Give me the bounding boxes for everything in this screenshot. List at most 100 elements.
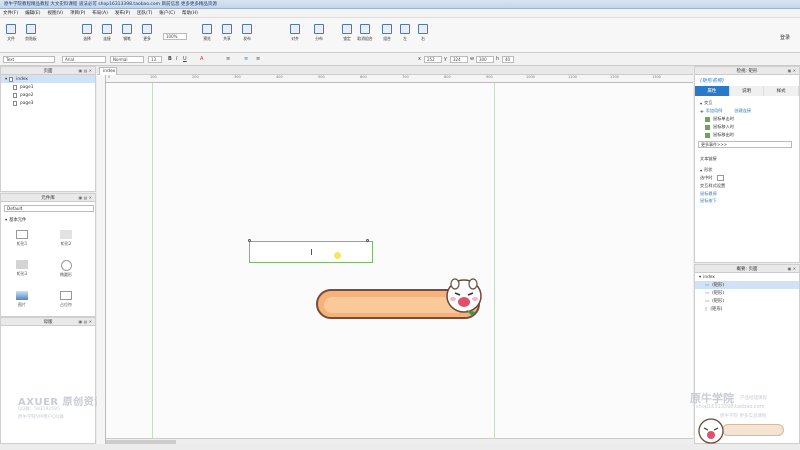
interactions-section[interactable]: ▾ 交互 (695, 99, 799, 107)
panel-actions-icon[interactable]: ▣ ▤ ✕ (79, 195, 92, 200)
outline-item[interactable]: ▯ (矩形) (695, 305, 799, 313)
event-icon (705, 124, 710, 130)
menu-file[interactable]: 文件(F) (3, 10, 18, 16)
login-link[interactable]: 登录 (780, 34, 790, 41)
left-button[interactable]: 左 (396, 24, 414, 48)
event-item[interactable]: 鼠标单击时 (695, 115, 799, 123)
menu-view[interactable]: 视图(V) (47, 10, 63, 16)
ruler-tick: 200 (192, 75, 199, 79)
horizontal-scrollbar[interactable] (106, 438, 693, 444)
width-field[interactable]: 300 (476, 56, 494, 63)
page-tree-item[interactable]: page2 (1, 91, 95, 99)
select-button[interactable]: 选择 (78, 24, 96, 48)
lock-button[interactable]: 锁定 (338, 24, 356, 48)
collapse-icon[interactable]: ▾ (5, 218, 7, 223)
align-left-icon[interactable]: ≡ (226, 56, 230, 62)
event-item[interactable]: 鼠标移入时 (695, 123, 799, 131)
font-size-select[interactable]: 13 (148, 56, 162, 63)
collapse-icon[interactable]: ▾ (5, 77, 7, 82)
outline-item[interactable]: ▭ (矩形) (695, 281, 799, 289)
widget-placeholder[interactable]: 占位符 (51, 291, 81, 308)
y-field[interactable]: 324 (450, 56, 468, 63)
design-canvas[interactable] (106, 83, 693, 438)
window-title: 原牛学院教程精品教程 大文史料课程 道法必可 shop16313398.taob… (4, 2, 217, 7)
menu-account[interactable]: 账户(C) (159, 10, 175, 16)
widget-image[interactable]: 图片 (7, 291, 37, 308)
share-button[interactable]: 共享 (218, 24, 236, 48)
outline-item[interactable]: ▭ (矩形) (695, 289, 799, 297)
menu-layout[interactable]: 布局(A) (92, 10, 108, 16)
page-tree-item[interactable]: page1 (1, 83, 95, 91)
pen-button[interactable]: 钢笔 (118, 24, 136, 48)
font-select[interactable]: Arial (62, 56, 106, 63)
height-field[interactable]: 40 (502, 56, 514, 63)
checkbox[interactable] (716, 175, 724, 181)
preview-button[interactable]: 预览 (198, 24, 216, 48)
guide-line (152, 83, 153, 438)
style-select[interactable]: Text (3, 56, 55, 63)
menu-team[interactable]: 团队(T) (137, 10, 152, 16)
font-weight-select[interactable]: Normal (110, 56, 144, 63)
align-button[interactable]: 对齐 (286, 24, 304, 48)
outline-item[interactable]: ▭ (矩形) (695, 297, 799, 305)
event-item[interactable]: 鼠标移出时 (695, 131, 799, 139)
shape-section[interactable]: ▾ 形状 (695, 166, 799, 174)
menu-publish[interactable]: 发布(P) (115, 10, 130, 16)
file-button[interactable]: 文件 (2, 24, 20, 48)
align-right-icon[interactable]: ≡ (256, 56, 260, 62)
italic-button[interactable]: I (176, 56, 177, 62)
right-button[interactable]: 右 (414, 24, 432, 48)
ungroup-button[interactable]: 取消组合 (356, 24, 374, 48)
page-tree-root[interactable]: ▾ index (1, 75, 95, 83)
align-center-icon[interactable]: ≡ (244, 56, 248, 62)
widget-ellipse[interactable]: 椭圆形 (51, 260, 81, 278)
connect-button[interactable]: 连接 (98, 24, 116, 48)
widget-rectangle-3[interactable]: 矩形3 (7, 260, 37, 277)
more-icon (142, 24, 152, 34)
menu-edit[interactable]: 编辑(E) (25, 10, 40, 16)
mouse-down-link[interactable]: 鼠标按下 (695, 198, 799, 203)
scrollbar-thumb[interactable] (106, 440, 176, 444)
add-case-link[interactable]: 添加用例 (706, 108, 723, 114)
widget-rectangle-2[interactable]: 矩形2 (51, 230, 81, 247)
widget-name-field[interactable]: (矩形名称) (695, 75, 799, 86)
zoom-select[interactable]: 100% (163, 33, 187, 40)
align-icon (290, 24, 300, 34)
widget-category[interactable]: ▾ 基本元件 (1, 216, 26, 224)
mouse-highlight (334, 252, 341, 259)
mouse-over-link[interactable]: 鼠标悬停 (695, 190, 799, 198)
resize-handle[interactable] (248, 239, 251, 242)
publish-button[interactable]: 发布 (238, 24, 256, 48)
page-tree-item[interactable]: page3 (1, 99, 95, 107)
more-button[interactable]: 更多 (138, 24, 156, 48)
menu-project[interactable]: 项目(P) (70, 10, 85, 16)
tab-properties[interactable]: 属性 (695, 86, 730, 96)
text-field-widget[interactable] (248, 239, 373, 263)
clipboard-button[interactable]: 剪贴板 (22, 24, 40, 48)
underline-button[interactable]: U (183, 56, 187, 62)
corner-mascot-icon (698, 418, 724, 444)
panel-actions-icon[interactable]: ▣ ▤ ✕ (79, 319, 92, 324)
resize-handle[interactable] (366, 239, 369, 242)
ruler-tick: 900 (486, 75, 493, 79)
menu-help[interactable]: 帮助(H) (182, 10, 198, 16)
widget-rectangle-1[interactable]: 矩形1 (7, 230, 37, 247)
ellipse-icon (60, 260, 72, 271)
event-icon (705, 116, 710, 122)
x-field[interactable]: 252 (424, 56, 442, 63)
bold-button[interactable]: B (168, 56, 172, 62)
panel-actions-icon[interactable]: ▣ ✕ (788, 68, 796, 73)
tab-notes[interactable]: 说明 (729, 86, 765, 96)
distribute-button[interactable]: 分布 (310, 24, 328, 48)
widget-library-select[interactable]: Default (4, 205, 94, 212)
panel-actions-icon[interactable]: ▣ ▤ ✕ (79, 68, 92, 73)
outline-root[interactable]: ▾ index (695, 273, 799, 281)
tab-style[interactable]: 样式 (764, 86, 800, 96)
group-button[interactable]: 组合 (378, 24, 396, 48)
text-link-section: 文本链接 (700, 156, 717, 161)
font-color-button[interactable]: A (200, 56, 203, 62)
panel-actions-icon[interactable]: ▣ ✕ (788, 266, 796, 271)
more-events-select[interactable]: 更多事件>>> (698, 141, 792, 148)
create-link-link[interactable]: 创建连接 (734, 108, 751, 114)
tab-index[interactable]: index (99, 67, 117, 75)
